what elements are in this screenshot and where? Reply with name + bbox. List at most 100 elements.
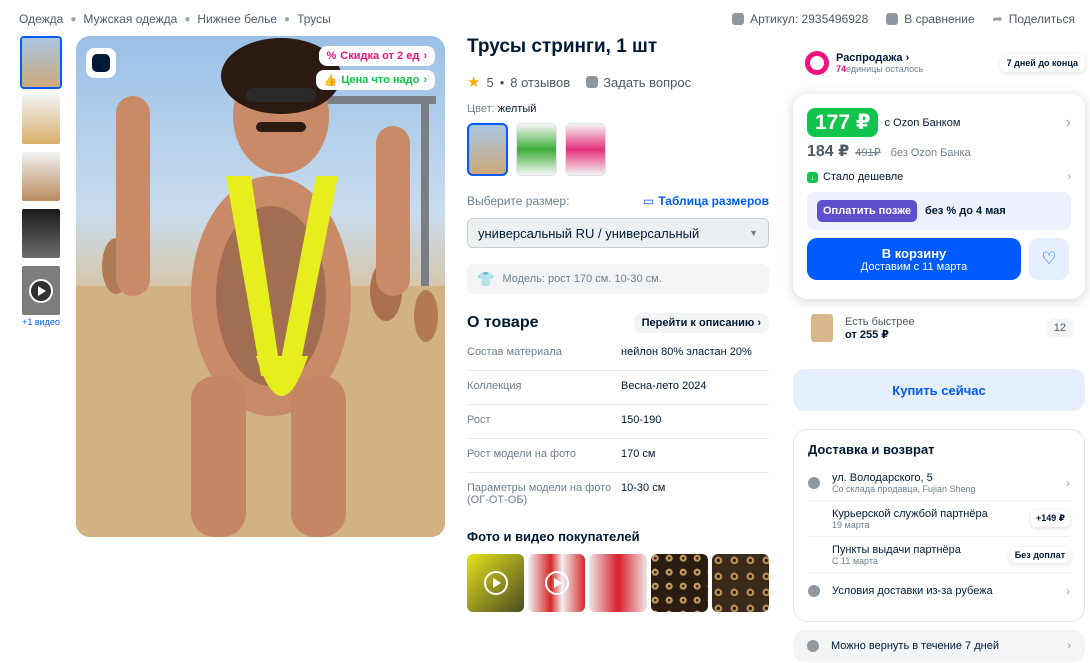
customer-media-title: Фото и видео покупателей — [467, 529, 640, 544]
sku-copy[interactable]: Артикул: 2935496928 — [732, 12, 868, 26]
no-card-label: без Ozon Банка — [890, 147, 971, 159]
price-card: 177 ₽ с Ozon Банком › 184 ₽ 491₽ без Ozo… — [793, 94, 1085, 299]
faster-offer-image — [811, 314, 833, 342]
customer-media-strip — [467, 554, 770, 612]
video-thumbnail[interactable] — [20, 264, 62, 317]
customer-photo[interactable] — [650, 554, 708, 612]
color-variant[interactable] — [467, 123, 508, 176]
size-select[interactable]: универсальный RU / универсальный ▼ — [467, 218, 769, 248]
breadcrumb-item[interactable]: Одежда — [19, 12, 63, 26]
spec-key: Рост модели на фото — [467, 448, 577, 460]
sale-logo-icon — [805, 51, 829, 75]
faster-label: Есть быстрее — [845, 315, 915, 328]
heart-icon: ♡ — [1041, 249, 1057, 268]
breadcrumb-item[interactable]: Нижнее белье — [197, 12, 277, 26]
courier-row[interactable]: Курьерской службой партнёра 19 марта +14… — [808, 501, 1070, 537]
share-label: Поделиться — [1008, 12, 1075, 26]
size-table-label: Таблица размеров — [658, 194, 769, 208]
regular-price: 184 ₽ — [807, 143, 850, 160]
main-product-photo[interactable]: % Скидка от 2 ед › 👍 Цена что надо › — [76, 36, 445, 537]
ask-question-button[interactable]: Задать вопрос — [586, 75, 691, 90]
abroad-conditions-row[interactable]: Условия доставки из-за рубежа › — [808, 573, 1070, 609]
spec-table: Состав материала нейлон 80% эластан 20% К… — [467, 337, 769, 515]
breadcrumb-item[interactable]: Мужская одежда — [83, 12, 177, 26]
video-count-label[interactable]: +1 видео — [20, 317, 62, 327]
abroad-conditions-label: Условия доставки из-за рубежа — [832, 585, 993, 597]
pickup-label: Пункты выдачи партнёра — [832, 543, 961, 556]
goto-description-button[interactable]: Перейти к описанию › — [633, 313, 769, 333]
cart-row: В корзину Доставим с 11 марта ♡ — [807, 238, 1071, 280]
thumbnail-strip: +1 видео — [20, 36, 62, 327]
sale-banner[interactable]: Распродажа › 74единицы осталось 7 дней д… — [793, 44, 1085, 82]
buy-now-button[interactable]: Купить сейчас — [793, 369, 1085, 411]
return-policy-row[interactable]: Можно вернуть в течение 7 дней › — [793, 630, 1085, 662]
sale-title: Распродажа — [836, 52, 903, 64]
reviews-link[interactable]: 8 отзывов — [510, 75, 570, 90]
spec-row: Коллекция Весна-лето 2024 — [467, 371, 769, 405]
rating-dot: • — [499, 74, 505, 90]
size-label: Выберите размер: — [467, 194, 570, 208]
delivery-address-row[interactable]: ул. Володарского, 5 Со склада продавца, … — [808, 465, 1070, 501]
product-info: Трусы стринги, 1 шт ★ 5 • 8 отзывов Зада… — [467, 36, 770, 612]
ask-question-label: Задать вопрос — [603, 74, 692, 90]
return-icon — [807, 640, 819, 652]
share-button[interactable]: ➦ Поделиться — [993, 12, 1075, 26]
color-variant[interactable] — [565, 123, 606, 176]
chevron-right-icon: › — [1067, 171, 1071, 183]
spec-row: Состав материала нейлон 80% эластан 20% — [467, 337, 769, 371]
customer-video[interactable] — [528, 554, 586, 612]
delivery-address: ул. Володарского, 5 — [832, 471, 933, 484]
add-to-cart-button[interactable]: В корзину Доставим с 11 марта — [807, 238, 1021, 280]
courier-date: 19 марта — [832, 519, 870, 530]
rating-row: ★ 5 • 8 отзывов Задать вопрос — [467, 73, 769, 91]
pickup-date: С 11 марта — [832, 555, 878, 566]
share-icon: ➦ — [992, 12, 1003, 26]
thumbnail[interactable] — [20, 36, 62, 89]
info-icon — [808, 585, 820, 597]
thumbnail[interactable] — [20, 207, 62, 260]
faster-count: 12 — [1046, 319, 1073, 337]
price-drop-label: Стало дешевле — [823, 171, 904, 183]
pickup-row[interactable]: Пункты выдачи партнёра С 11 марта Без до… — [808, 537, 1070, 573]
thumbnail[interactable] — [20, 93, 62, 146]
spec-row: Рост модели на фото 170 см — [467, 439, 769, 473]
spec-key: Коллекция — [467, 380, 522, 392]
customer-photo[interactable] — [711, 554, 770, 612]
breadcrumb: Одежда ● Мужская одежда ● Нижнее белье ●… — [19, 12, 331, 26]
breadcrumb-separator: ● — [70, 13, 77, 25]
sale-remaining: единицы осталось — [846, 64, 924, 74]
pay-later-text: без % до 4 мая — [924, 205, 1006, 217]
breadcrumb-item[interactable]: Трусы — [297, 12, 331, 26]
compare-button[interactable]: В сравнение — [886, 12, 975, 26]
discount-badge[interactable]: % Скидка от 2 ед › — [318, 46, 435, 66]
chevron-right-icon: › — [1067, 640, 1071, 652]
star-icon: ★ — [467, 74, 481, 91]
faster-offer[interactable]: Есть быстрее от 255 ₽ 12 — [793, 307, 1085, 349]
chevron-right-icon: › — [423, 74, 427, 86]
color-variant[interactable] — [516, 123, 557, 176]
image-search-button[interactable] — [86, 48, 116, 78]
color-value: желтый — [497, 103, 537, 115]
favorite-button[interactable]: ♡ — [1029, 238, 1069, 280]
location-pin-icon — [808, 476, 820, 489]
courier-label: Курьерской службой партнёра — [832, 507, 988, 520]
top-actions: Артикул: 2935496928 В сравнение ➦ Подели… — [732, 12, 1075, 26]
customer-photo[interactable] — [589, 554, 647, 612]
color-row: Цвет: желтый — [467, 103, 769, 115]
play-icon — [29, 278, 53, 303]
price-drop-row[interactable]: ↓ Стало дешевле › — [807, 171, 1071, 183]
spec-row: Параметры модели на фото (ОГ-ОТ-ОБ) 10-30… — [467, 473, 769, 515]
customer-video[interactable] — [467, 554, 525, 612]
goto-description-label: Перейти к описанию — [641, 317, 755, 329]
product-photo-illustration — [76, 38, 445, 537]
sale-count: 74 — [836, 64, 847, 74]
pickup-tag: Без доплат — [1009, 546, 1070, 563]
about-title: О товаре — [467, 314, 539, 331]
good-price-badge[interactable]: 👍 Цена что надо › — [315, 70, 435, 90]
card-price-row[interactable]: 177 ₽ с Ozon Банком › — [807, 108, 1071, 137]
delivery-address-sub: Со склада продавца, Fujian Sheng — [832, 483, 976, 494]
pay-later-button[interactable]: Оплатить позже — [817, 200, 917, 222]
size-table-link[interactable]: ▭ Таблица размеров — [643, 194, 769, 208]
color-variants — [467, 123, 769, 176]
thumbnail[interactable] — [20, 150, 62, 203]
